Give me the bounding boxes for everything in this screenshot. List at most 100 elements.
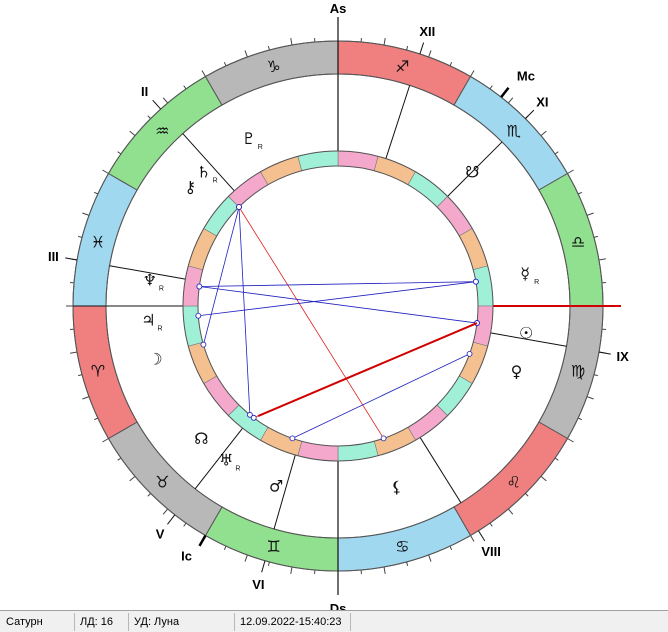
planet-icon: ♃ R: [141, 310, 162, 332]
planet-icon: ☉: [519, 323, 533, 342]
natal-chart[interactable]: ♐ ♏ ♎ ♍ ♌ ♋ ♊ ♉ ♈ ♓ ♒ ♑ XII XI IX VIII VI V III II ♇ R ♄ R ⚷ ♆ R ♃…: [0, 0, 668, 610]
sign-icon: ♍: [571, 361, 585, 380]
sign-icon: ♌: [507, 473, 521, 492]
tick-mark: [290, 38, 293, 46]
planet-icon: ♅ R: [219, 451, 240, 473]
tick-mark: [449, 545, 453, 551]
status-divider: [74, 613, 75, 631]
tick-mark: [586, 212, 594, 216]
tick-mark: [406, 46, 409, 51]
retrograde-marker: R: [159, 286, 164, 293]
tick-mark: [244, 50, 248, 58]
house-number: III: [48, 249, 59, 264]
sign-icon: ♊: [267, 537, 281, 556]
status-ud: УД: Луна: [134, 616, 180, 628]
tick-mark: [449, 61, 453, 67]
aspect-node: [195, 312, 202, 319]
planet-icon: ☿ R: [520, 264, 539, 286]
house-cusp-tick: [167, 514, 176, 525]
tick-mark: [507, 97, 514, 104]
tick-mark: [525, 493, 529, 497]
planet-glyph: ♂: [269, 477, 283, 496]
status-divider: [234, 613, 235, 631]
tick-mark: [593, 374, 598, 377]
tick-mark: [540, 130, 547, 137]
planet-glyph: ☉: [519, 323, 533, 342]
status-bar: Сатурн ЛД: 16 УД: Луна 12.09.2022-15:40:…: [0, 610, 668, 632]
status-divider: [128, 613, 129, 631]
tick-mark: [129, 475, 136, 482]
sign-icon: ♒: [155, 121, 169, 140]
house-number: VIII: [481, 544, 501, 559]
tick-mark: [598, 258, 606, 261]
house-cusp-tick: [598, 351, 611, 355]
tick-mark: [290, 566, 293, 574]
status-divider: [350, 613, 351, 631]
planet-icon: ☽: [148, 349, 162, 368]
planet-icon: ⚷: [184, 177, 196, 196]
sign-icon: ♓: [91, 233, 105, 252]
tick-mark: [93, 191, 99, 195]
tick-mark: [383, 38, 386, 46]
planet-icon: ♀: [511, 362, 523, 381]
mc-label: Mc: [517, 68, 535, 83]
status-datetime: 12.09.2022-15:40:23: [240, 616, 342, 628]
planet-glyph: ☊: [194, 429, 208, 448]
planet-glyph: ☋: [465, 163, 479, 182]
sign-icon: ♏: [507, 121, 521, 140]
tick-mark: [244, 554, 248, 562]
retrograde-marker: R: [534, 279, 539, 286]
ic-label: Ic: [181, 549, 192, 564]
house-cusp: [385, 85, 411, 159]
tick-mark: [183, 522, 187, 527]
house-cusp-tick: [419, 42, 425, 55]
tick-mark: [577, 417, 583, 421]
house-cusp: [419, 437, 462, 504]
ic-marker: [198, 534, 207, 547]
tick-mark: [117, 151, 122, 155]
house-cusp-tick: [525, 109, 535, 119]
tick-mark: [554, 151, 559, 155]
tick-mark: [567, 169, 574, 174]
tick-mark: [223, 61, 227, 67]
tick-mark: [82, 396, 90, 400]
tick-mark: [82, 212, 90, 216]
sign-icon: ♑: [267, 57, 281, 76]
tick-mark: [406, 561, 409, 566]
planet-icon: ♆ R: [143, 271, 164, 293]
house-number: XII: [419, 24, 435, 39]
tick-mark: [593, 235, 598, 238]
status-planet: Сатурн: [6, 616, 43, 628]
tick-mark: [489, 522, 493, 527]
tick-mark: [470, 70, 475, 77]
planet-icon: ♂: [269, 477, 283, 496]
planet-icon: ⚸: [391, 478, 403, 497]
retrograde-marker: R: [213, 178, 218, 185]
tick-mark: [147, 115, 151, 119]
planet-glyph: ♅: [219, 451, 233, 470]
house-cusp-tick: [478, 530, 486, 542]
tick-mark: [428, 50, 432, 58]
planet-icon: ♄ R: [196, 163, 217, 185]
sign-icon: ♐: [395, 57, 409, 76]
house-cusp-tick: [152, 99, 162, 110]
tick-mark: [489, 85, 493, 90]
tick-mark: [383, 566, 386, 574]
tick-mark: [129, 130, 136, 137]
planet-glyph: ♄: [196, 163, 210, 182]
tick-mark: [102, 438, 109, 443]
tick-mark: [162, 97, 169, 104]
house-number: IX: [616, 349, 629, 364]
sign-icon: ♉: [155, 473, 169, 492]
tick-mark: [470, 535, 475, 542]
tick-mark: [70, 351, 78, 354]
aspect-node: [200, 341, 207, 348]
aspect-node: [472, 278, 479, 285]
house-number: VI: [252, 577, 264, 592]
tick-mark: [428, 554, 432, 562]
house-number: II: [141, 84, 148, 99]
ascendant-label: As: [330, 1, 347, 16]
tick-mark: [267, 561, 270, 566]
tick-mark: [223, 545, 227, 551]
planet-icon: ☋: [465, 163, 479, 182]
